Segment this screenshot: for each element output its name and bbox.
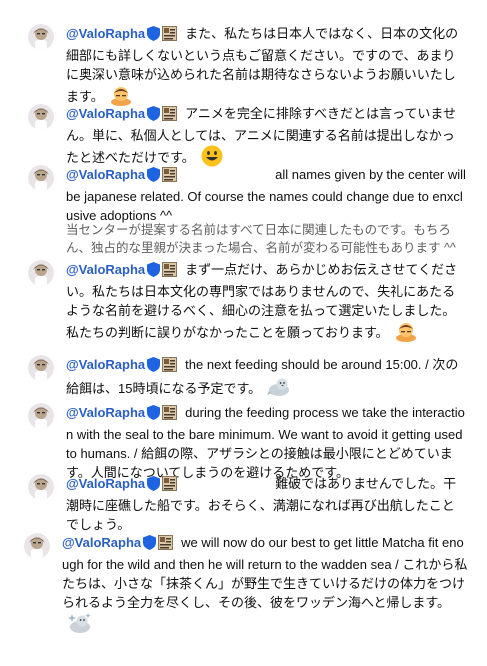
- author-name[interactable]: @ValoRapha: [66, 357, 145, 372]
- chat-message: @ValoRapha during the feeding process we …: [66, 403, 466, 482]
- chat-message: @ValoRapha we will now do our best to get…: [62, 533, 468, 639]
- avatar[interactable]: [28, 474, 54, 500]
- verified-shield-icon: [143, 535, 157, 555]
- avatar[interactable]: [28, 24, 54, 50]
- chat-message: @ValoRapha the next feeding should be aro…: [66, 355, 466, 402]
- avatar[interactable]: [28, 104, 54, 130]
- author-name[interactable]: @ValoRapha: [66, 106, 145, 121]
- avatar[interactable]: [28, 403, 54, 429]
- chat-message: @ValoRapha まず一点だけ、あらかじめお伝えさせてください。私たちは日本文…: [66, 260, 466, 347]
- chat-message: @ValoRapha all names given by the center …: [66, 165, 466, 225]
- author-name[interactable]: @ValoRapha: [66, 26, 145, 41]
- member-badge-icon: [162, 26, 178, 46]
- avatar[interactable]: [28, 260, 54, 286]
- member-badge-icon: [162, 357, 178, 377]
- verified-shield-icon: [147, 167, 161, 187]
- verified-shield-icon: [147, 262, 161, 282]
- chat-message: @ValoRapha アニメを完全に排除すべきだとは言っていません。単に、私個人と…: [66, 104, 466, 172]
- verified-shield-icon: [147, 476, 161, 496]
- seal-icon: [267, 377, 291, 402]
- seal-sparkle-icon: [68, 612, 92, 639]
- author-name[interactable]: @ValoRapha: [66, 167, 145, 182]
- avatar[interactable]: [28, 355, 54, 381]
- live-chat-log: @ValoRapha また、私たちは日本人ではなく、日本の文化の細部にも詳しくない…: [0, 0, 487, 666]
- member-badge-icon: [162, 167, 178, 187]
- author-name[interactable]: @ValoRapha: [62, 535, 141, 550]
- avatar[interactable]: [24, 533, 50, 559]
- member-badge-icon: [162, 476, 178, 496]
- chat-message: @ValoRapha 難破ではありませんでした。干潮時に座礁した船です。おそらく、…: [66, 474, 466, 534]
- member-badge-icon: [158, 535, 174, 555]
- person-bowing-icon: [395, 320, 417, 347]
- author-name[interactable]: @ValoRapha: [66, 262, 145, 277]
- member-badge-icon: [162, 262, 178, 282]
- member-badge-icon: [162, 106, 178, 126]
- translated-text: 当センターが提案する名前はすべて日本に関連したものです。もちろん、独占的な里親が…: [66, 223, 456, 255]
- chat-message: @ValoRapha また、私たちは日本人ではなく、日本の文化の細部にも詳しくない…: [66, 24, 466, 111]
- author-name[interactable]: @ValoRapha: [66, 405, 145, 420]
- member-badge-icon: [162, 405, 178, 425]
- author-name[interactable]: @ValoRapha: [66, 476, 145, 491]
- avatar[interactable]: [28, 165, 54, 191]
- verified-shield-icon: [147, 26, 161, 46]
- verified-shield-icon: [147, 357, 161, 377]
- verified-shield-icon: [147, 405, 161, 425]
- verified-shield-icon: [147, 106, 161, 126]
